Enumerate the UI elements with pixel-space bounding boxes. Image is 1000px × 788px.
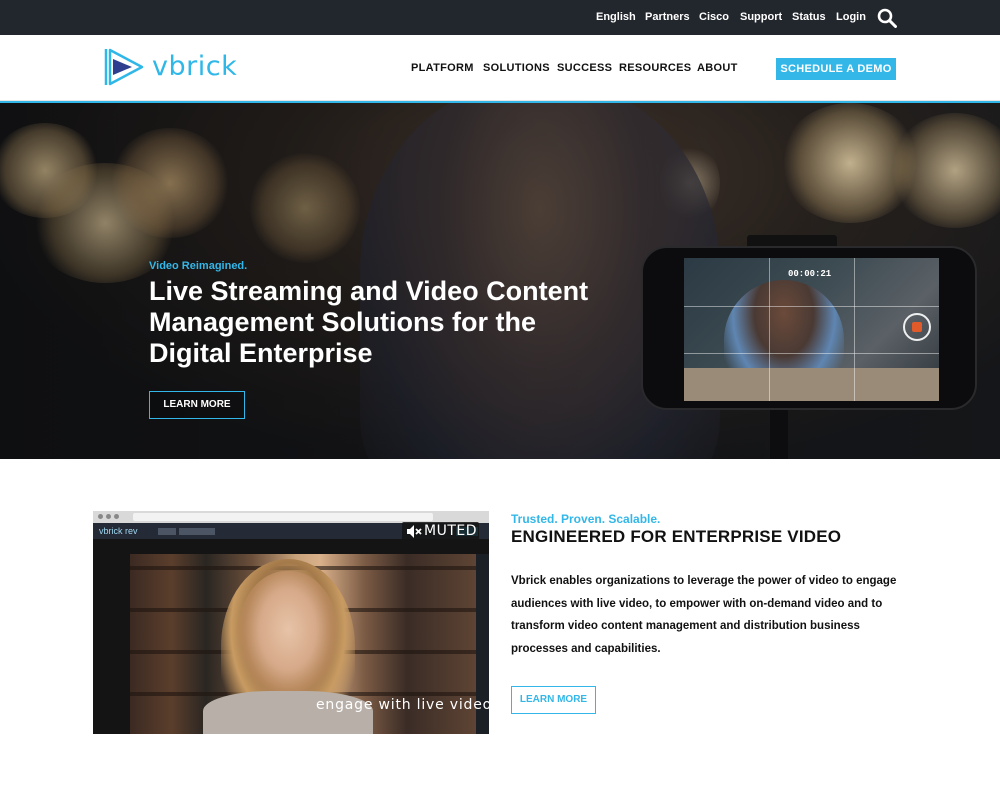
browser-address-bar [133,513,433,521]
tripod-pole [770,403,788,459]
phone-screen: 00:00:21 [684,258,939,401]
utility-bar: English Partners Cisco Support Status Lo… [0,0,1000,35]
record-button-icon [903,313,931,341]
app-tab [179,528,193,535]
nav-success[interactable]: SUCCESS [557,62,612,74]
hero-learn-more-button[interactable]: LEARN MORE [149,391,245,419]
desk [684,368,939,401]
video-caption: engage with live video [316,697,493,713]
camera-grid-line [854,258,855,401]
hero-eyebrow: Video Reimagined. [149,260,248,272]
browser-dot [114,514,119,519]
feature-description: Vbrick enables organizations to leverage… [511,575,897,655]
logo-wordmark: vbrick [152,51,238,82]
utility-link-english[interactable]: English [596,11,636,23]
camera-grid-line [684,353,939,354]
browser-dot [98,514,103,519]
search-icon [877,8,897,28]
recording-timer: 00:00:21 [788,269,832,279]
browser-dot [106,514,111,519]
camera-grid-line [684,306,939,307]
feature-title: ENGINEERED FOR ENTERPRISE VIDEO [511,527,842,546]
nav-about[interactable]: ABOUT [697,62,738,74]
camera-grid-line [769,258,770,401]
speaker-muted-icon [407,525,422,538]
nav-resources[interactable]: RESOURCES [619,62,691,74]
utility-link-partners[interactable]: Partners [645,11,690,23]
muted-label: MUTED [424,523,478,539]
feature-eyebrow: Trusted. Proven. Scalable. [511,512,661,526]
speaker-face [238,571,338,701]
feature-learn-more-button[interactable]: LEARN MORE [511,686,596,714]
utility-link-login[interactable]: Login [836,11,866,23]
vbrick-logo[interactable]: vbrick [104,47,238,89]
utility-link-support[interactable]: Support [740,11,782,23]
nav-platform[interactable]: PLATFORM [411,62,474,74]
search-button[interactable] [877,8,897,28]
hero-title: Live Streaming and Video Content Managem… [149,276,589,368]
mute-toggle-button[interactable]: MUTED [402,522,479,541]
app-tab [158,528,176,535]
nav-solutions[interactable]: SOLUTIONS [483,62,550,74]
app-logo: vbrick rev [99,526,138,536]
play-logo-icon [104,48,144,86]
utility-link-status[interactable]: Status [792,11,826,23]
utility-link-cisco[interactable]: Cisco [699,11,729,23]
schedule-demo-button[interactable]: SCHEDULE A DEMO [776,58,896,80]
app-tab [193,528,215,535]
